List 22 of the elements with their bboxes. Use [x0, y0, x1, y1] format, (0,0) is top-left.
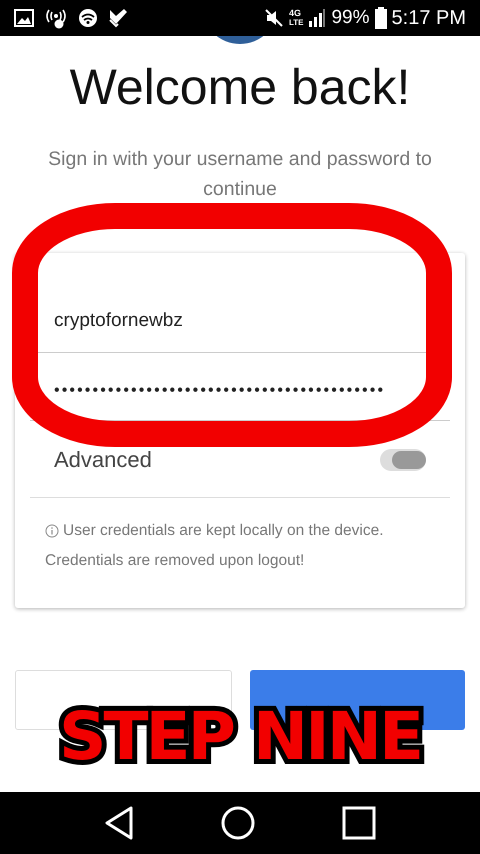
- page-title: Welcome back!: [70, 58, 410, 116]
- network-label: 4G: [288, 9, 302, 18]
- mute-icon: [264, 8, 284, 28]
- clock: 5:17 PM: [392, 6, 466, 30]
- network-label: LTE: [288, 18, 304, 27]
- username-field[interactable]: cryptofornewbz: [30, 300, 450, 353]
- info-text: User credentials are kept locally on the device.: [63, 522, 384, 540]
- hotspot-icon: [44, 7, 68, 29]
- advanced-label: Advanced: [54, 447, 152, 473]
- password-field[interactable]: •••••••••••••••••••••••••••••••••••••••••••: [30, 353, 450, 421]
- advanced-toggle[interactable]: [380, 449, 426, 471]
- back-icon: [104, 806, 134, 840]
- info-text: Credentials are removed upon logout!: [45, 552, 304, 570]
- wifi-icon: [78, 9, 98, 27]
- check-icon: [108, 8, 128, 28]
- battery-percent: 99%: [331, 7, 370, 29]
- picture-icon: [14, 9, 34, 27]
- subtitle: Sign in with your username and password to continue: [47, 147, 433, 202]
- recent-apps-icon: [342, 806, 376, 840]
- home-icon: [220, 806, 255, 840]
- signal-icon: [308, 8, 326, 28]
- battery-icon: [374, 7, 387, 29]
